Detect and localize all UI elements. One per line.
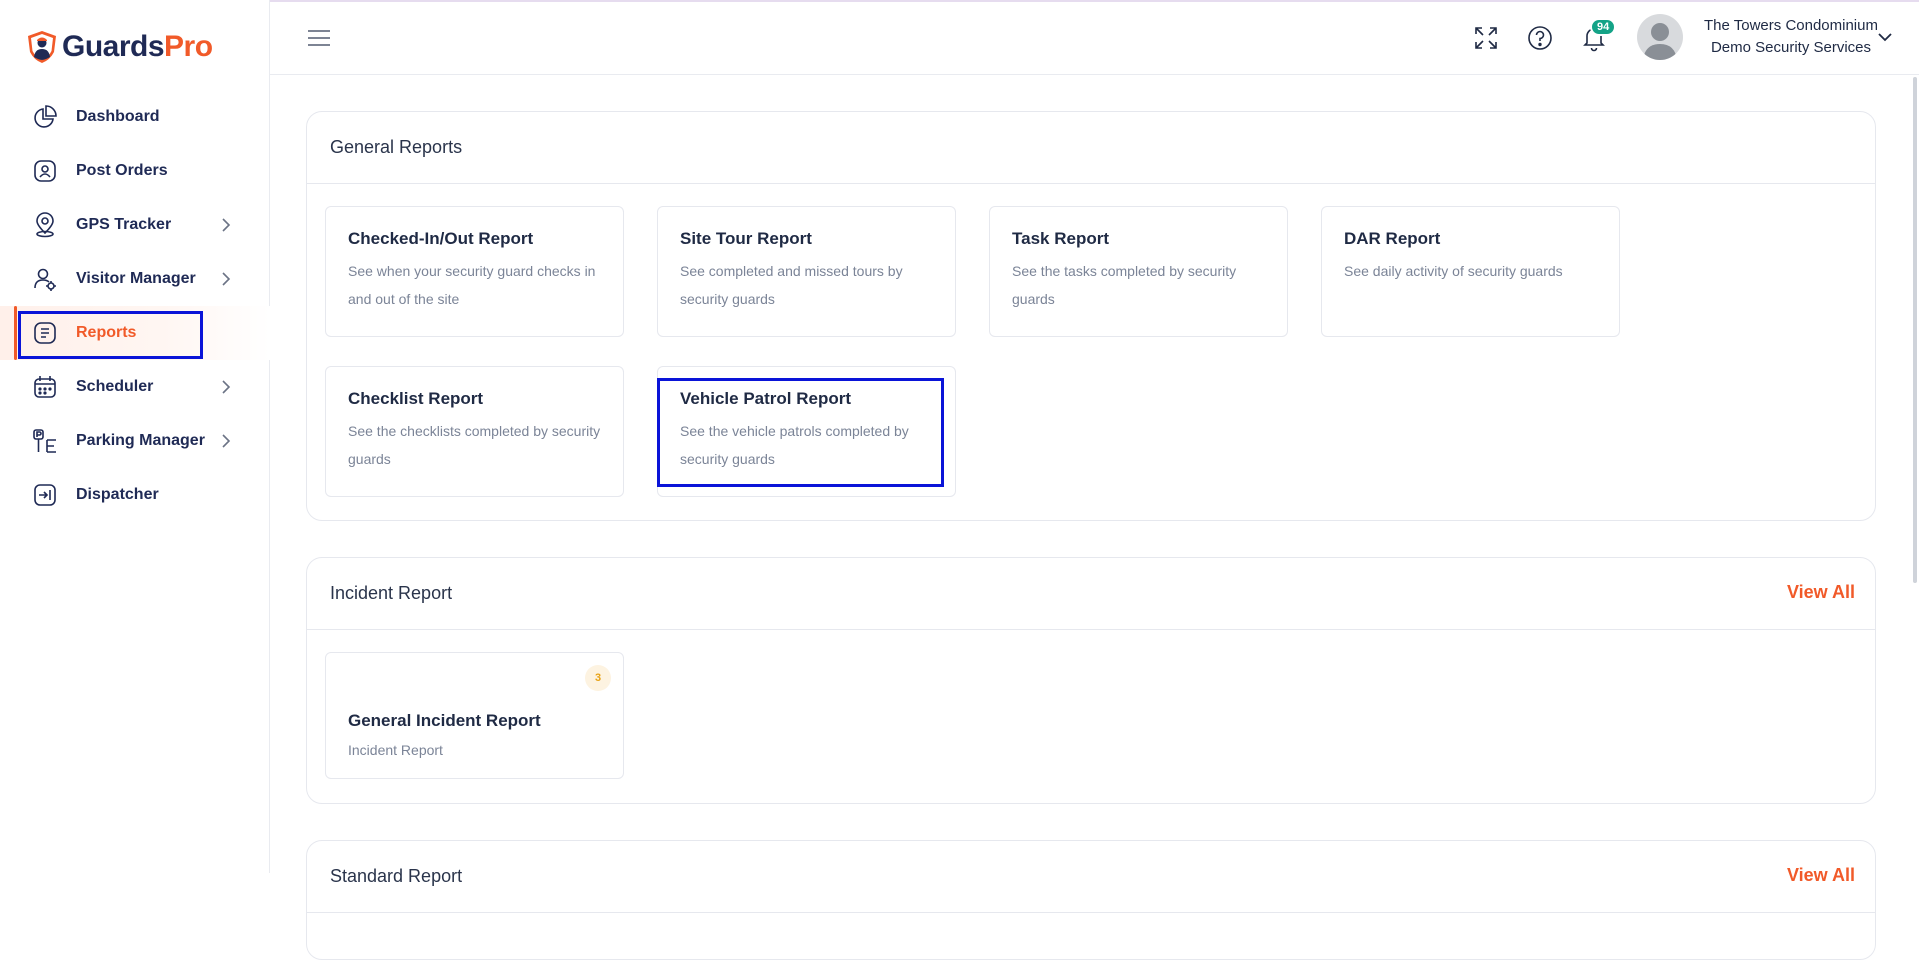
user-company-name: Demo Security Services	[1710, 39, 1872, 56]
chevron-right-icon	[222, 380, 231, 394]
fullscreen-icon[interactable]	[1472, 24, 1500, 52]
panel-header: General Reports	[307, 112, 1875, 184]
incident-count-badge: 3	[585, 665, 611, 691]
help-icon[interactable]	[1526, 24, 1554, 52]
sidebar-item-dispatcher[interactable]: Dispatcher	[0, 468, 270, 522]
card-title: Checked-In/Out Report	[348, 229, 534, 248]
hamburger-menu-icon[interactable]	[306, 28, 332, 48]
notification-count-badge: 94	[1590, 18, 1617, 36]
card-title: General Incident Report	[348, 711, 541, 730]
chevron-right-icon	[222, 434, 231, 448]
scrollbar-thumb[interactable]	[1913, 77, 1917, 583]
panel-header: Incident Report View All	[307, 558, 1875, 630]
card-title: Site Tour Report	[680, 229, 812, 248]
card-title: Task Report	[1012, 229, 1109, 248]
dispatcher-icon	[30, 480, 60, 510]
view-all-link[interactable]: View All	[1787, 865, 1855, 886]
panel-header: Standard Report View All	[307, 841, 1875, 913]
card-title: Checklist Report	[348, 389, 484, 408]
logo[interactable]: GuardsPro	[26, 30, 213, 64]
post-orders-icon	[30, 156, 60, 186]
visitor-icon	[30, 264, 60, 294]
chevron-right-icon	[222, 218, 231, 232]
parking-icon	[30, 426, 60, 456]
dashboard-pie-icon	[30, 102, 60, 132]
calendar-icon	[30, 372, 60, 402]
card-description: See when your security guard checks in a…	[348, 263, 596, 307]
sidebar-nav: Dashboard Post Orders GPS Tracker Visito…	[0, 90, 270, 522]
guard-shield-logo-icon	[28, 31, 56, 63]
sidebar-item-parking-manager[interactable]: Parking Manager	[0, 414, 270, 468]
report-card-dar[interactable]: DAR Report See daily activity of securit…	[1321, 206, 1620, 337]
report-card-task[interactable]: Task Report See the tasks completed by s…	[989, 206, 1288, 337]
card-description: See daily activity of security guards	[1344, 263, 1563, 279]
sidebar-item-dashboard[interactable]: Dashboard	[0, 90, 270, 144]
report-card-checklist[interactable]: Checklist Report See the checklists comp…	[325, 366, 624, 497]
map-pin-icon	[30, 210, 60, 240]
sidebar-item-label: GPS Tracker	[76, 216, 172, 233]
sidebar-item-label: Parking Manager	[76, 432, 205, 449]
sidebar: GuardsPro Dashboard Post Orders GPS Trac…	[0, 0, 270, 873]
view-all-link[interactable]: View All	[1787, 582, 1855, 603]
sidebar-item-label: Post Orders	[76, 162, 168, 179]
chevron-right-icon	[222, 272, 231, 286]
user-info[interactable]: The Towers Condominium Demo Security Ser…	[1688, 15, 1894, 59]
sidebar-item-label: Dispatcher	[76, 486, 159, 503]
card-description: See the tasks completed by security guar…	[1012, 263, 1237, 307]
standard-report-panel: Standard Report View All	[306, 840, 1876, 960]
card-title: DAR Report	[1344, 229, 1441, 248]
top-header: 94 The Towers Condominium Demo Security …	[270, 2, 1919, 75]
sidebar-item-visitor-manager[interactable]: Visitor Manager	[0, 252, 270, 306]
panel-title: Standard Report	[330, 866, 463, 886]
sidebar-item-gps-tracker[interactable]: GPS Tracker	[0, 198, 270, 252]
report-card-site-tour[interactable]: Site Tour Report See completed and misse…	[657, 206, 956, 337]
sidebar-item-post-orders[interactable]: Post Orders	[0, 144, 270, 198]
card-description: See completed and missed tours by securi…	[680, 263, 903, 307]
sidebar-item-label: Dashboard	[76, 108, 160, 125]
sidebar-item-label: Scheduler	[76, 378, 154, 395]
avatar[interactable]	[1637, 14, 1683, 60]
panel-title: General Reports	[330, 137, 463, 157]
user-site-name: The Towers Condominium	[1704, 17, 1878, 34]
panel-title: Incident Report	[330, 583, 453, 603]
report-card-general-incident[interactable]: 3 General Incident Report Incident Repor…	[325, 652, 624, 779]
reports-highlight-box	[18, 311, 203, 359]
card-description: See the checklists completed by security…	[348, 423, 601, 467]
logo-text: GuardsPro	[62, 30, 213, 63]
card-description: Incident Report	[348, 742, 443, 758]
chevron-down-icon[interactable]	[1876, 28, 1894, 46]
report-card-checked-in-out[interactable]: Checked-In/Out Report See when your secu…	[325, 206, 624, 337]
vehicle-patrol-highlight-box	[657, 378, 944, 487]
sidebar-item-label: Visitor Manager	[76, 270, 196, 287]
sidebar-item-scheduler[interactable]: Scheduler	[0, 360, 270, 414]
